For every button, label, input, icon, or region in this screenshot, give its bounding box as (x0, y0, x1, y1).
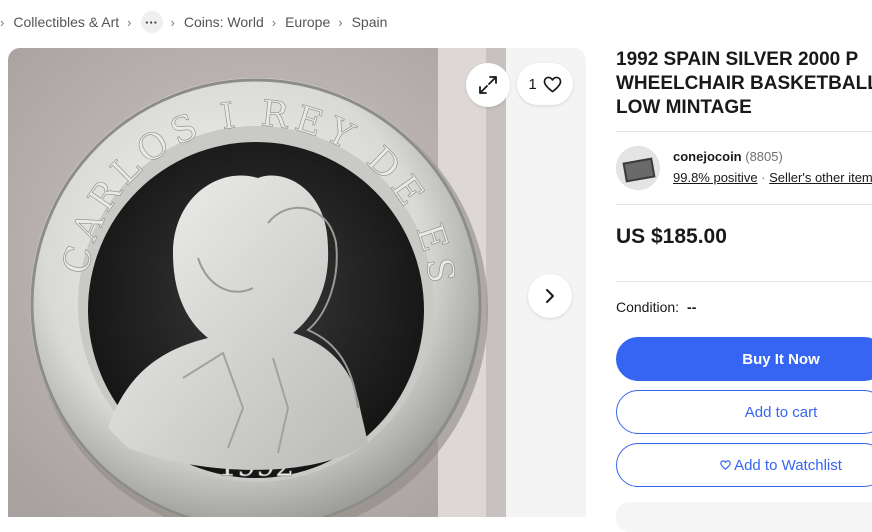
seller-positive-link[interactable]: 99.8% positive (673, 170, 758, 185)
chevron-right-icon: › (170, 14, 175, 30)
buy-it-now-label: Buy It Now (742, 350, 820, 368)
chevron-right-icon (546, 289, 554, 303)
heart-icon (543, 76, 562, 92)
more-actions-area (616, 502, 872, 532)
watch-count: 1 (528, 75, 537, 93)
buy-it-now-button[interactable]: Buy It Now (616, 337, 872, 381)
condition-label: Condition: (616, 299, 680, 315)
seller-info: conejocoin (8805) (673, 149, 783, 164)
seller-links: 99.8% positive · Seller's other items (673, 170, 872, 185)
divider (616, 204, 872, 205)
condition: Condition: -- (616, 299, 696, 315)
seller-username[interactable]: conejocoin (673, 149, 742, 164)
listing-title: 1992 SPAIN SILVER 2000 P WHEELCHAIR BASK… (616, 48, 872, 120)
add-to-watchlist-button[interactable]: Add to Watchlist (616, 443, 872, 487)
seller-avatar[interactable] (616, 146, 660, 190)
divider (616, 131, 872, 132)
listing-title-line-2: WHEELCHAIR BASKETBALL (616, 73, 872, 94)
image-gallery: JUAN CARLOS I REY DE ESPAÑA 1992 1 (8, 48, 586, 517)
heart-icon (720, 460, 731, 470)
add-to-cart-button[interactable]: Add to cart (616, 390, 872, 434)
watch-count-button[interactable]: 1 (517, 63, 573, 105)
breadcrumb-more-button[interactable]: ··· (140, 11, 163, 33)
chevron-right-icon: › (338, 14, 343, 30)
seller-card: conejocoin (8805) 99.8% positive · Selle… (616, 146, 872, 190)
breadcrumb-spain[interactable]: Spain (352, 14, 388, 30)
breadcrumb-collectibles-art[interactable]: Collectibles & Art (13, 14, 119, 30)
seller-logo-icon (617, 147, 659, 189)
seller-link-separator: · (757, 170, 770, 185)
divider (616, 281, 872, 282)
listing-header: 1992 SPAIN SILVER 2000 P WHEELCHAIR BASK… (616, 48, 872, 120)
seller-other-items-link[interactable]: Seller's other items (769, 170, 872, 185)
chevron-right-icon: › (271, 14, 277, 30)
seller-feedback-count: (8805) (745, 149, 783, 164)
expand-icon (479, 76, 497, 94)
add-to-cart-label: Add to cart (744, 403, 818, 421)
listing-title-line-3: LOW MINTAGE (616, 97, 752, 118)
breadcrumb-europe[interactable]: Europe (285, 14, 330, 30)
add-to-watchlist-content: Add to Watchlist (660, 457, 842, 474)
breadcrumb-coins-world[interactable]: Coins: World (184, 14, 264, 30)
chevron-right-icon: › (127, 14, 132, 30)
listing-title-line-1: 1992 SPAIN SILVER 2000 P (616, 49, 859, 70)
add-to-watchlist-label: Add to Watchlist (734, 456, 842, 474)
expand-image-button[interactable] (466, 63, 510, 107)
price: US $185.00 (616, 225, 727, 248)
next-image-button[interactable] (528, 274, 572, 318)
chevron-right-icon: › (0, 14, 5, 30)
breadcrumb: › Collectibles & Art › ··· › Coins: Worl… (0, 10, 387, 34)
product-image[interactable]: JUAN CARLOS I REY DE ESPAÑA 1992 (8, 48, 506, 517)
condition-value: -- (687, 299, 697, 315)
